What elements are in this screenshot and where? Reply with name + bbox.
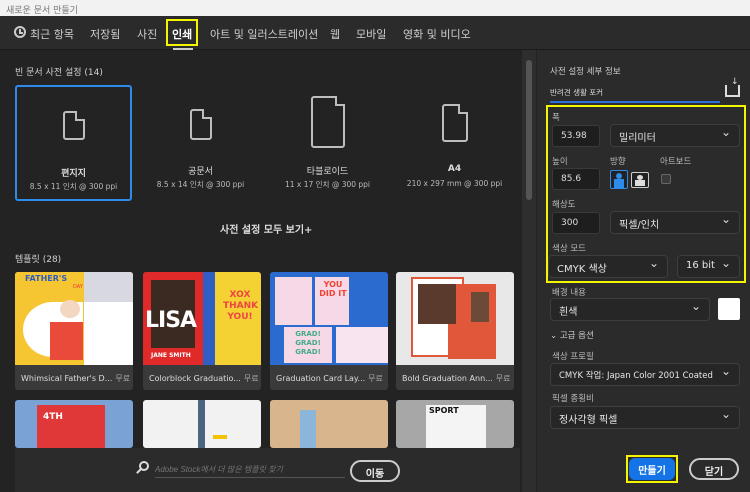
preset-size: 11 x 17 인치 @ 300 ppi [284, 180, 371, 189]
preset-size: 8.5 x 14 인치 @ 300 ppi [156, 180, 245, 189]
height-input[interactable]: 85.6 [552, 168, 600, 190]
orientation-label: 방향 [610, 157, 626, 167]
tab-web[interactable]: 웹 [330, 26, 340, 42]
artboard-label: 아트보드 [660, 157, 692, 167]
document-icon [441, 104, 468, 142]
clock-icon [14, 26, 26, 38]
scrollbar-track[interactable] [522, 50, 536, 492]
thumb-text: SPORT [429, 406, 459, 415]
tab-photo[interactable]: 사진 [137, 26, 157, 42]
unit-select[interactable]: 밀리미터 [610, 124, 740, 147]
template-card[interactable] [270, 400, 388, 448]
width-input[interactable]: 53.98 [552, 125, 600, 147]
preset-name: 편지지 [61, 169, 86, 179]
free-badge: 무료 [368, 374, 383, 383]
template-thumbnail [396, 272, 514, 365]
tab-mobile[interactable]: 모바일 [356, 26, 386, 42]
thumb-text: FATHER'S [25, 274, 68, 283]
background-select[interactable]: 흰색 [550, 298, 710, 321]
document-icon [189, 109, 212, 140]
preset-name: 공문서 [188, 167, 213, 177]
free-badge: 무료 [495, 374, 511, 383]
color-mode-label: 색상 모드 [552, 244, 586, 254]
resolution-unit-select[interactable]: 픽셀/인치 [610, 211, 740, 234]
template-card[interactable]: YOU DID IT GRAD! GRAD! GRAD! Graduation … [270, 272, 388, 390]
landscape-orientation-button[interactable] [631, 172, 649, 188]
tab-film-video[interactable]: 영화 및 비디오 [403, 26, 471, 42]
portrait-orientation-button[interactable] [610, 170, 628, 189]
thumb-text: YOU DID IT [319, 280, 347, 298]
preset-card-legal[interactable]: 공문서 8.5 x 14 인치 @ 300 ppi [142, 85, 259, 201]
template-title: Colorblock Graduatio... [149, 374, 241, 383]
pixel-aspect-select[interactable]: 정사각형 픽셀 [550, 406, 740, 429]
template-title: Bold Graduation Ann... [402, 374, 493, 383]
search-icon [136, 461, 149, 474]
create-button[interactable]: 만들기 [629, 458, 675, 480]
color-profile-label: 색상 프로필 [552, 352, 594, 362]
preset-size: 8.5 x 11 인치 @ 300 ppi [29, 182, 118, 191]
templates-heading: 템플릿 (28) [15, 255, 62, 265]
template-card[interactable]: FATHER'S DAY Whimsical Father's D... 무료 [15, 272, 133, 390]
chevron-down-icon: ⌄ [550, 331, 560, 341]
color-mode-select[interactable]: CMYK 색상 [548, 255, 668, 278]
tab-saved[interactable]: 저장됨 [90, 26, 120, 42]
tab-recent[interactable]: 최근 항목 [30, 26, 74, 42]
document-icon [62, 111, 85, 140]
preset-details-panel: 사전 설정 세부 정보 반려견 생활 포커 ↓ 폭 53.98 밀리미터 높이 … [537, 50, 750, 492]
window-title: 새로운 문서 만들기 [0, 0, 750, 16]
background-color-swatch[interactable] [718, 298, 740, 320]
active-tab-indicator [173, 48, 193, 50]
height-label: 높이 [552, 157, 568, 167]
template-title: Whimsical Father's D... [21, 374, 113, 383]
tab-art-illustration[interactable]: 아트 및 일러스트레이션 [210, 26, 318, 42]
pixel-aspect-label: 픽셀 종횡비 [552, 394, 594, 404]
category-tabs: 최근 항목 저장됨 사진 인쇄 아트 및 일러스트레이션 웹 모바일 영화 및 … [0, 16, 750, 50]
template-thumbnail: LISA JANE SMITH XOX THANK YOU! [143, 272, 261, 365]
thumb-text: LISA [145, 308, 197, 333]
thumb-text: JANE SMITH [151, 352, 191, 359]
document-icon [310, 96, 345, 148]
presets-heading: 빈 문서 사전 설정 (14) [15, 68, 103, 78]
preset-name: A4 [447, 164, 462, 174]
thumb-text: 4TH [43, 412, 63, 422]
preset-card-tabloid[interactable]: 타블로이드 11 x 17 인치 @ 300 ppi [269, 85, 386, 201]
template-thumbnail: FATHER'S DAY [15, 272, 133, 365]
preset-card-letter[interactable]: 편지지 8.5 x 11 인치 @ 300 ppi [15, 85, 132, 201]
advanced-options-toggle[interactable]: ⌄ 고급 옵션 [550, 329, 594, 341]
scrollbar-thumb[interactable] [526, 60, 532, 200]
tab-print[interactable]: 인쇄 [166, 19, 199, 46]
thumb-text: DAY [73, 284, 83, 290]
resolution-label: 해상도 [552, 200, 576, 210]
template-card[interactable]: Bold Graduation Ann... 무료 [396, 272, 514, 390]
color-profile-select[interactable]: CMYK 작업: Japan Color 2001 Coated [550, 363, 740, 386]
template-title: Graduation Card Lay... [276, 374, 366, 383]
preset-size: 210 x 297 mm @ 300 ppi [406, 179, 503, 188]
advanced-options-label: 고급 옵션 [559, 331, 594, 341]
stock-search-bar: 이동 [15, 448, 520, 492]
preset-name-input[interactable]: 반려견 생활 포커 [550, 84, 720, 103]
preset-card-a4[interactable]: A4 210 x 297 mm @ 300 ppi [396, 85, 513, 201]
width-label: 폭 [552, 113, 560, 123]
preset-name: 타블로이드 [306, 167, 349, 177]
template-card[interactable] [143, 400, 261, 448]
details-heading: 사전 설정 세부 정보 [550, 67, 621, 77]
bit-depth-select[interactable]: 16 bit [677, 255, 740, 278]
template-card[interactable]: 4TH [15, 400, 133, 448]
thumb-text: GRAD! GRAD! GRAD! [295, 330, 321, 356]
view-all-presets-link[interactable]: 사전 설정 모두 보기+ [220, 221, 312, 236]
template-card[interactable]: LISA JANE SMITH XOX THANK YOU! Colorbloc… [143, 272, 261, 390]
stock-search-input[interactable] [155, 462, 345, 478]
template-card[interactable]: SPORT [396, 400, 514, 448]
free-badge: 무료 [243, 374, 259, 383]
go-button[interactable]: 이동 [350, 460, 400, 482]
thumb-text: XOX THANK YOU! [223, 290, 259, 322]
resolution-input[interactable]: 300 [552, 212, 600, 234]
artboard-checkbox[interactable] [661, 174, 671, 184]
close-button[interactable]: 닫기 [689, 458, 739, 480]
free-badge: 무료 [115, 374, 131, 383]
background-label: 배경 내용 [552, 288, 586, 298]
save-preset-icon[interactable]: ↓ [725, 78, 740, 97]
template-thumbnail: YOU DID IT GRAD! GRAD! GRAD! [270, 272, 388, 365]
